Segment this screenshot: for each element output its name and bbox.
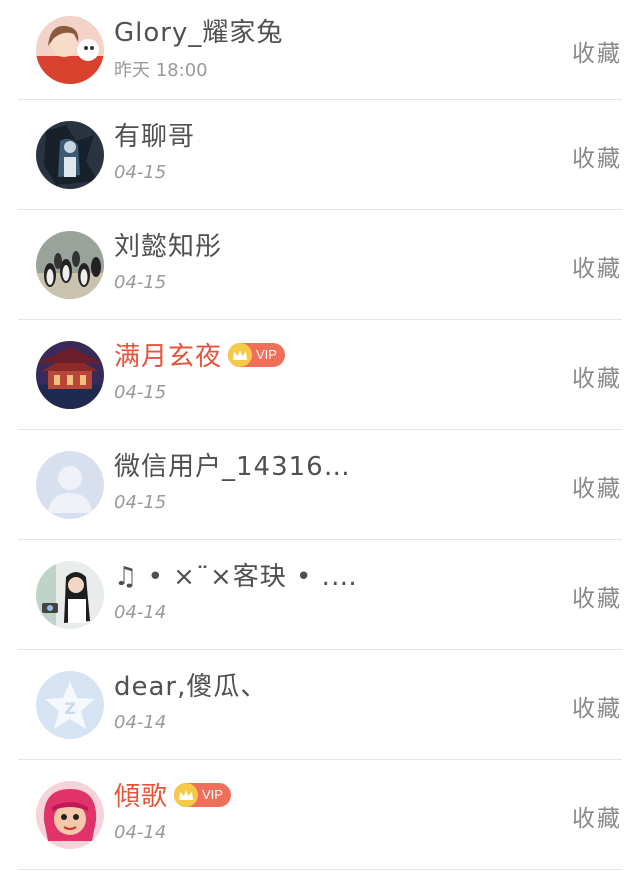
visitor-list: Glory_耀家兔 昨天 18:00 收藏 有聊哥 04-15 收藏 刘懿知彤 …	[0, 0, 640, 870]
avatar[interactable]	[36, 230, 104, 299]
crown-icon	[174, 782, 199, 807]
user-name[interactable]: 有聊哥	[114, 116, 195, 153]
collect-button[interactable]: 收藏	[572, 34, 622, 68]
vip-label: VIP	[202, 787, 223, 802]
visit-time: 04-14	[114, 602, 167, 623]
user-name[interactable]: 满月玄夜	[114, 336, 222, 373]
list-item[interactable]: 满月玄夜 VIP 04-15 收藏	[18, 320, 622, 430]
avatar[interactable]: Z	[36, 670, 104, 739]
collect-button[interactable]: 收藏	[572, 249, 622, 283]
svg-text:Z: Z	[64, 699, 76, 718]
user-name[interactable]: 傾歌	[114, 776, 168, 813]
collect-button[interactable]: 收藏	[572, 139, 622, 173]
user-name[interactable]: ♫ • ×¨×客玦 • .…	[114, 556, 358, 593]
list-item[interactable]: 有聊哥 04-15 收藏	[18, 100, 622, 210]
user-name[interactable]: dear,傻瓜、	[114, 666, 267, 703]
vip-badge: VIP	[228, 342, 285, 367]
list-item[interactable]: 刘懿知彤 04-15 收藏	[18, 210, 622, 320]
collect-button[interactable]: 收藏	[572, 689, 622, 723]
user-name[interactable]: 微信用户_14316…	[114, 446, 351, 483]
visit-time: 04-14	[114, 822, 167, 843]
visit-time: 04-14	[114, 712, 167, 733]
list-item[interactable]: Glory_耀家兔 昨天 18:00 收藏	[18, 0, 622, 100]
list-item[interactable]: Z dear,傻瓜、 04-14 收藏	[18, 650, 622, 760]
collect-button[interactable]: 收藏	[572, 469, 622, 503]
user-name[interactable]: 刘懿知彤	[114, 226, 222, 263]
avatar[interactable]	[36, 450, 104, 519]
list-item[interactable]: 傾歌 VIP 04-14 收藏	[18, 760, 622, 870]
vip-badge: VIP	[174, 782, 231, 807]
list-item[interactable]: 微信用户_14316… 04-15 收藏	[18, 430, 622, 540]
visit-time: 04-15	[114, 382, 167, 403]
avatar[interactable]	[36, 340, 104, 409]
list-item[interactable]: ♫ • ×¨×客玦 • .… 04-14 收藏	[18, 540, 622, 650]
collect-button[interactable]: 收藏	[572, 799, 622, 833]
visit-time: 04-15	[114, 272, 167, 293]
collect-button[interactable]: 收藏	[572, 579, 622, 613]
visit-time: 04-15	[114, 162, 167, 183]
avatar[interactable]	[36, 780, 104, 849]
visit-time: 昨天 18:00	[114, 60, 208, 81]
visit-time: 04-15	[114, 492, 167, 513]
crown-icon	[228, 342, 253, 367]
vip-label: VIP	[256, 347, 277, 362]
avatar[interactable]	[36, 15, 104, 84]
avatar[interactable]	[36, 560, 104, 629]
avatar[interactable]	[36, 120, 104, 189]
user-name[interactable]: Glory_耀家兔	[114, 12, 283, 49]
collect-button[interactable]: 收藏	[572, 359, 622, 393]
